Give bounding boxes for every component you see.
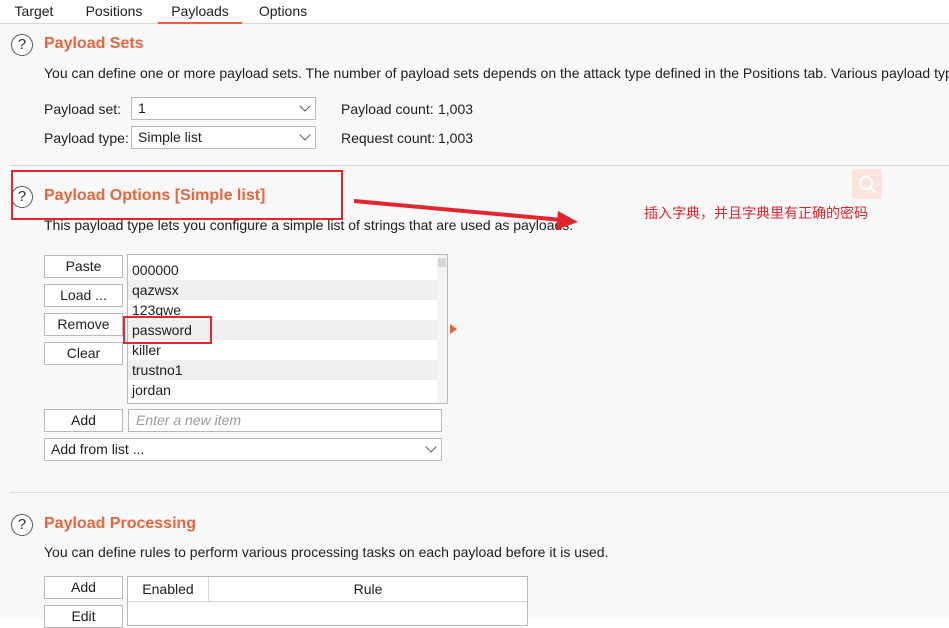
payload-processing-title: Payload Processing [44, 515, 197, 532]
processing-rules-table[interactable]: Enabled Rule [127, 576, 528, 626]
column-header-enabled[interactable]: Enabled [128, 577, 209, 602]
payload-set-value: 1 [138, 100, 146, 116]
section-divider [10, 492, 949, 493]
payload-sets-title: Payload Sets [44, 35, 144, 52]
request-count-label: Request count: [341, 130, 436, 146]
list-item[interactable]: jordan [128, 380, 437, 400]
payload-set-select[interactable]: 1 [131, 97, 316, 120]
list-scrollbar[interactable] [437, 255, 447, 403]
edit-rule-button[interactable]: Edit [44, 605, 123, 628]
payload-count-value: 1,003 [438, 101, 474, 117]
paste-button[interactable]: Paste [44, 255, 123, 278]
tab-bar: Target Positions Payloads Options [0, 0, 949, 24]
add-rule-button[interactable]: Add [44, 576, 123, 599]
add-from-list-label: Add from list ... [51, 441, 145, 457]
payload-sets-description: You can define one or more payload sets.… [44, 65, 949, 81]
tab-payloads[interactable]: Payloads [158, 0, 242, 24]
tab-options[interactable]: Options [252, 0, 314, 22]
payload-type-label: Payload type: [44, 130, 129, 146]
list-item[interactable]: qazwsx [128, 280, 437, 300]
annotation-arrow [353, 199, 578, 230]
scrollbar-thumb[interactable] [438, 258, 446, 267]
payload-type-value: Simple list [138, 129, 202, 145]
clear-button[interactable]: Clear [44, 342, 123, 365]
search-icon[interactable] [852, 169, 882, 199]
help-icon[interactable]: ? [11, 34, 33, 56]
section-divider [10, 165, 949, 166]
payload-count-label: Payload count: [341, 101, 434, 117]
load-button[interactable]: Load ... [44, 284, 123, 307]
remove-button[interactable]: Remove [44, 313, 123, 336]
annotation-text: 插入字典，并且字典里有正确的密码 [644, 205, 868, 221]
payload-processing-description: You can define rules to perform various … [44, 544, 609, 560]
add-from-list-select[interactable]: Add from list ... [44, 438, 442, 461]
chevron-down-icon [425, 441, 437, 453]
tab-target[interactable]: Target [6, 0, 62, 22]
payload-type-select[interactable]: Simple list [131, 126, 316, 149]
highlight-box [11, 170, 343, 220]
list-item[interactable]: 000000 [128, 260, 437, 280]
payload-set-label: Payload set: [44, 101, 122, 117]
chevron-down-icon [299, 129, 311, 141]
highlight-box [123, 316, 212, 344]
help-icon[interactable]: ? [11, 514, 33, 536]
triangle-right-icon[interactable] [450, 324, 457, 334]
list-item[interactable]: trustno1 [128, 360, 437, 380]
add-item-button[interactable]: Add [44, 409, 123, 432]
chevron-down-icon [299, 100, 311, 112]
request-count-value: 1,003 [438, 130, 474, 146]
tab-positions[interactable]: Positions [78, 0, 150, 22]
new-item-input[interactable]: Enter a new item [128, 409, 442, 432]
column-header-rule[interactable]: Rule [209, 577, 527, 602]
